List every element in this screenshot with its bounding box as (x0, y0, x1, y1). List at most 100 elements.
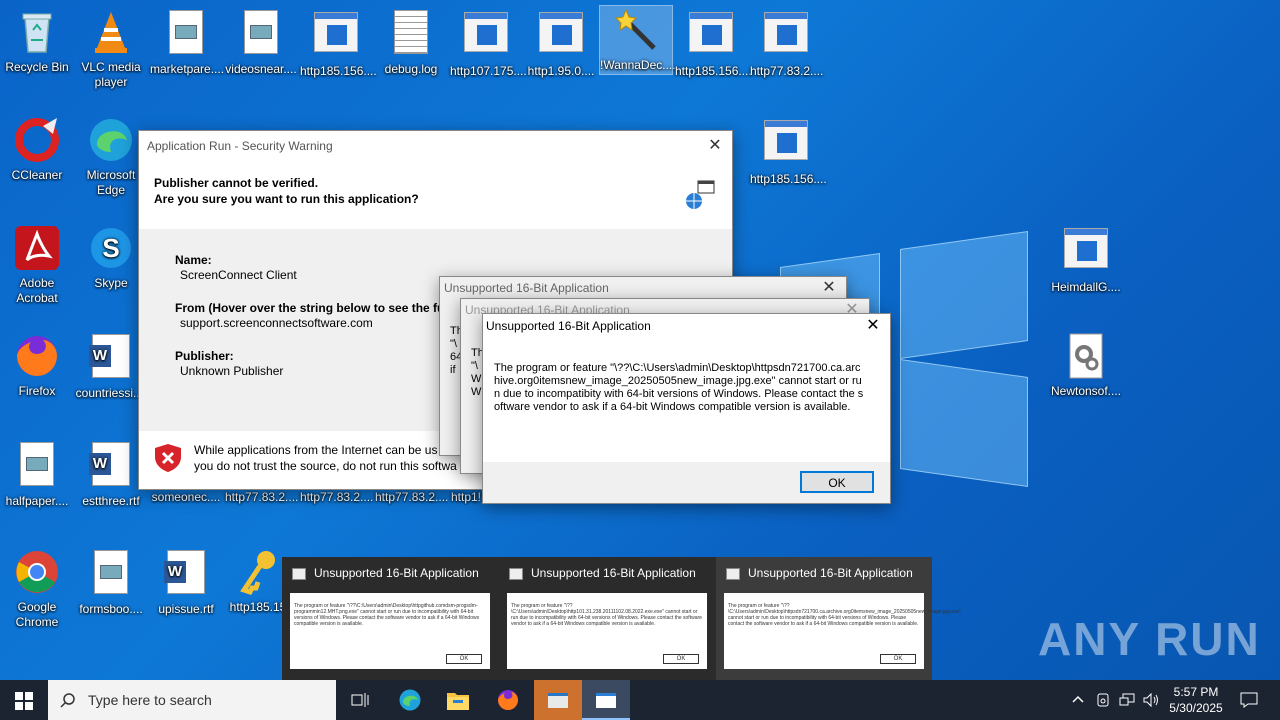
key-icon (234, 548, 282, 596)
close-icon[interactable]: ✕ (820, 277, 838, 299)
desktop-icon-someonec[interactable]: someonec.... (150, 490, 222, 505)
text-file-icon (394, 10, 428, 54)
desktop-icon-http1-partial[interactable]: http1! (448, 490, 484, 505)
desktop-icon-ccleaner[interactable]: CCleaner (1, 116, 73, 183)
exe-file-icon (764, 12, 808, 52)
desktop-icon-skype[interactable]: S Skype (75, 224, 147, 291)
security-dialog-titlebar: Application Run - Security Warning ✕ (139, 131, 732, 161)
security-heading-1: Publisher cannot be verified. (154, 176, 319, 190)
app-window-icon (509, 568, 523, 580)
desktop-icon-http185-1[interactable]: http185.156.... (300, 8, 377, 79)
desktop-icon-videosnear[interactable]: videosnear.... (225, 8, 297, 77)
tray-volume[interactable] (1140, 680, 1162, 720)
folder-icon (447, 693, 469, 710)
desktop-icon-halfpaper[interactable]: halfpaper.... (1, 440, 73, 509)
name-value: ScreenConnect Client (180, 268, 297, 282)
notification-icon (1240, 692, 1258, 708)
anyrun-watermark: ANY RUN (1038, 613, 1261, 665)
acrobat-icon (13, 224, 61, 272)
thumbnail-body: The program or feature "\??\C:\Users\adm… (724, 593, 961, 669)
start-button[interactable] (0, 680, 48, 720)
taskbar-search-box[interactable]: Type here to search (48, 680, 336, 720)
windows-start-icon (15, 692, 33, 710)
desktop-icon-wannadec[interactable]: !WannaDec.... (599, 5, 676, 75)
desktop-icon-upissue[interactable]: W upissue.rtf (150, 548, 222, 617)
from-value[interactable]: support.screenconnectsoftware.com (175, 316, 444, 331)
shield-x-icon (154, 443, 182, 476)
recycle-bin-icon (13, 8, 61, 56)
security-heading-2: Are you sure you want to run this applic… (154, 192, 419, 206)
image-file-icon (244, 10, 278, 54)
edge-icon (399, 689, 421, 711)
dialog-message: The program or feature "\??\C:\Users\adm… (494, 362, 864, 413)
word-file-icon: W (89, 442, 130, 486)
chevron-up-icon (1072, 695, 1084, 703)
firefox-icon (13, 332, 61, 380)
device-icon (1097, 693, 1109, 707)
taskbar-edge[interactable] (390, 680, 430, 720)
warning-text-1: While applications from the Internet can… (194, 443, 438, 457)
thumbnail-3[interactable]: Unsupported 16-Bit Application The progr… (716, 557, 961, 680)
network-icon (1119, 693, 1135, 706)
taskbar-file-explorer[interactable] (438, 680, 478, 720)
desktop-icon-heimdall[interactable]: HeimdallG.... (1050, 224, 1122, 295)
desktop-icon-http185-2[interactable]: http185.156.... (675, 8, 752, 79)
desktop-icon-vlc[interactable]: VLC media player (75, 8, 147, 90)
vlc-icon (87, 8, 135, 56)
desktop-icon-http107[interactable]: http107.175.... (450, 8, 527, 79)
close-icon[interactable]: ✕ (864, 314, 882, 338)
desktop-icon-http77-2[interactable]: http77.83.2.... (225, 490, 298, 505)
desktop-icon-countriessi[interactable]: W countriessi.... (75, 332, 147, 401)
search-placeholder: Type here to search (88, 692, 212, 708)
image-file-icon (94, 550, 128, 594)
desktop-icon-marketpare[interactable]: marketpare.... (150, 8, 224, 77)
app-window-icon (726, 568, 740, 580)
show-hidden-icons[interactable] (1068, 680, 1088, 720)
firefox-icon (498, 690, 518, 710)
taskbar: Type here to search 5:57 PM 5/30/2025 (0, 680, 1280, 720)
wand-icon (612, 6, 660, 54)
task-view-button[interactable] (340, 680, 380, 720)
desktop-icon-debug-log[interactable]: debug.log (375, 8, 447, 77)
desktop-icon-newtonsof[interactable]: Newtonsof.... (1050, 332, 1122, 399)
exe-file-icon (764, 120, 808, 160)
exe-file-icon (314, 12, 358, 52)
notification-center-button[interactable] (1234, 680, 1264, 720)
tray-device-icon[interactable] (1092, 680, 1114, 720)
task-view-icon (351, 693, 369, 707)
desktop-icon-recycle-bin[interactable]: Recycle Bin (1, 8, 73, 75)
globe-security-icon (684, 179, 716, 214)
chrome-icon (13, 548, 61, 596)
desktop-icon-formsboo[interactable]: formsboo.... (75, 548, 147, 617)
tray-network[interactable] (1116, 680, 1138, 720)
desktop-icon-chrome[interactable]: Google Chrome (1, 548, 73, 630)
taskbar-app-security-warning[interactable] (534, 680, 582, 720)
thumbnail-1[interactable]: Unsupported 16-Bit Application The progr… (282, 557, 498, 680)
skype-icon: S (87, 224, 135, 272)
tray-clock[interactable]: 5:57 PM 5/30/2025 (1164, 680, 1228, 720)
desktop-icon-edge[interactable]: Microsoft Edge (75, 116, 147, 198)
thumbnail-2[interactable]: Unsupported 16-Bit Application The progr… (499, 557, 715, 680)
ok-button[interactable]: OK (800, 471, 874, 493)
exe-file-icon (1064, 228, 1108, 268)
desktop-icon-http77-4[interactable]: http77.83.2.... (375, 490, 448, 505)
desktop-icon-estthree[interactable]: W estthree.rtf (75, 440, 147, 509)
taskbar-app-unsupported-16bit[interactable] (582, 680, 630, 720)
exe-file-icon (689, 12, 733, 52)
desktop-icon-acrobat[interactable]: Adobe Acrobat (1, 224, 73, 306)
desktop: Recycle Bin VLC media player marketpare.… (0, 0, 1280, 680)
clock-date: 5/30/2025 (1169, 701, 1223, 715)
desktop-icon-http77-3[interactable]: http77.83.2.... (300, 490, 373, 505)
svg-text:S: S (102, 233, 119, 263)
taskbar-firefox[interactable] (488, 680, 528, 720)
image-file-icon (169, 10, 203, 54)
desktop-icon-http1-95[interactable]: http1.95.0.... (525, 8, 597, 79)
desktop-icon-http185-3[interactable]: http185.156.... (750, 116, 827, 187)
thumbnail-body: The program or feature "\??\C:\Users\adm… (507, 593, 707, 669)
clock-time: 5:57 PM (1173, 685, 1219, 699)
close-icon[interactable]: ✕ (706, 131, 724, 161)
taskbar-thumbnail-preview: Unsupported 16-Bit Application The progr… (282, 557, 961, 680)
desktop-icon-http77-1[interactable]: http77.83.2.... (750, 8, 823, 79)
from-label: From (Hover over the string below to see… (175, 301, 445, 315)
desktop-icon-firefox[interactable]: Firefox (1, 332, 73, 399)
